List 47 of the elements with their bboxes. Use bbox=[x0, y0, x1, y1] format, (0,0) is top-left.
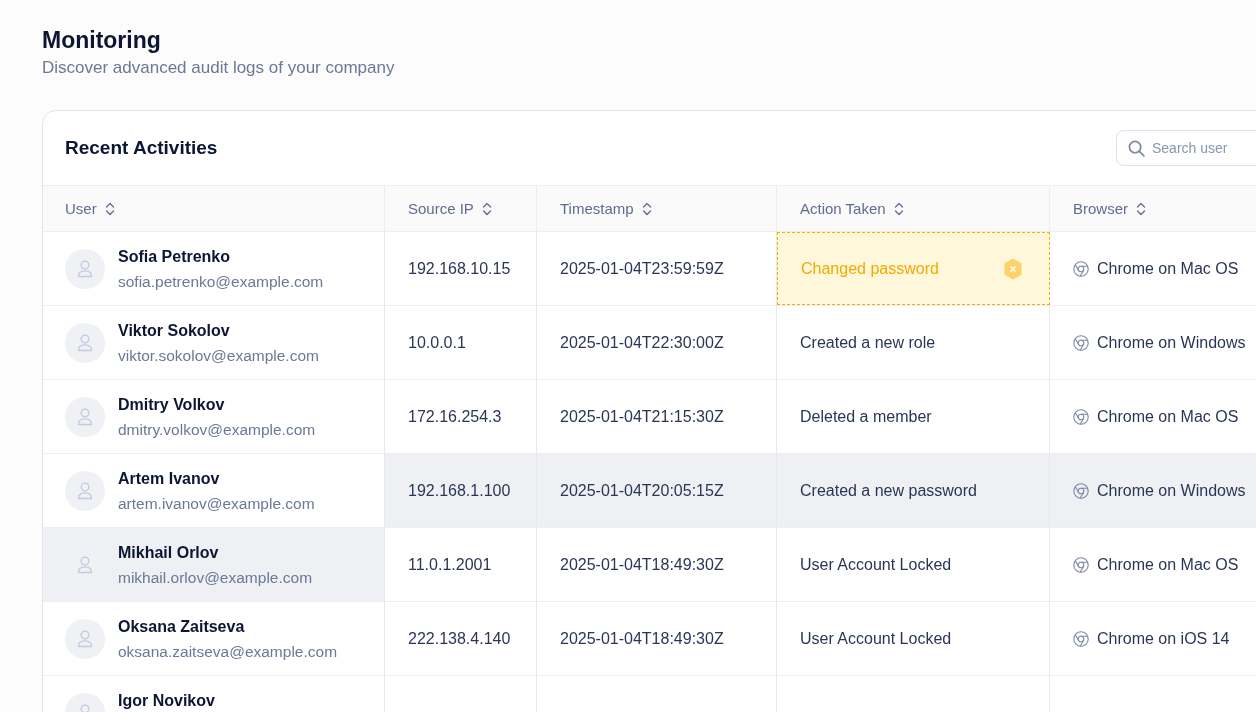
user-email: oksana.zaitseva@example.com bbox=[118, 641, 338, 661]
avatar-icon bbox=[65, 470, 105, 511]
user-name: Oksana Zaitseva bbox=[118, 616, 246, 637]
browser-icon bbox=[1073, 630, 1089, 647]
page-subtitle: Discover advanced audit logs of your company bbox=[42, 57, 395, 79]
user-name: Artem Ivanov bbox=[118, 468, 221, 489]
user-name: Mikhail Orlov bbox=[118, 542, 220, 563]
action-text: Created a new role bbox=[800, 333, 936, 352]
browser-name: Chrome on iOS 14 bbox=[1097, 629, 1230, 648]
avatar-icon bbox=[65, 618, 105, 659]
search-icon bbox=[1128, 140, 1145, 157]
user-name: Igor Novikov bbox=[118, 690, 215, 711]
page-title: Monitoring bbox=[42, 26, 161, 55]
sort-icon bbox=[641, 201, 652, 216]
browser-name: Chrome on Mac OS bbox=[1097, 259, 1239, 278]
avatar-icon bbox=[65, 248, 105, 289]
action-text: Changed password bbox=[801, 259, 939, 278]
browser-icon bbox=[1073, 482, 1089, 499]
browser-icon bbox=[1073, 408, 1089, 425]
browser-icon bbox=[1073, 334, 1089, 351]
search-field[interactable]: Search user bbox=[1116, 130, 1256, 166]
action-text: User Account Locked bbox=[800, 555, 952, 574]
user-email: viktor.sokolov@example.com bbox=[118, 345, 319, 365]
user-name: Dmitry Volkov bbox=[118, 394, 226, 415]
avatar-icon bbox=[65, 322, 105, 363]
user-email: dmitry.volkov@example.com bbox=[118, 419, 316, 439]
card-title: Recent Activities bbox=[65, 137, 218, 159]
user-email: mikhail.orlov@example.com bbox=[118, 567, 313, 587]
browser-icon bbox=[1073, 260, 1089, 277]
user-name: Sofia Petrenko bbox=[118, 246, 232, 267]
sort-icon bbox=[893, 201, 904, 216]
sort-icon bbox=[1136, 201, 1146, 216]
browser-name: Chrome on Windows bbox=[1097, 481, 1246, 500]
avatar-icon bbox=[65, 396, 105, 437]
action-text: User Account Locked bbox=[800, 629, 952, 648]
browser-icon bbox=[1073, 556, 1089, 573]
user-email: artem.ivanov@example.com bbox=[118, 493, 315, 513]
user-email: sofia.petrenko@example.com bbox=[118, 271, 324, 291]
hexagon-x-icon bbox=[1004, 257, 1022, 280]
action-text: Created a new password bbox=[800, 481, 977, 500]
action-text: Deleted a member bbox=[800, 407, 932, 426]
sort-icon bbox=[104, 201, 115, 216]
browser-name: Chrome on Windows bbox=[1097, 333, 1246, 352]
sort-icon bbox=[481, 201, 492, 216]
browser-name: Chrome on Mac OS bbox=[1097, 407, 1239, 426]
user-name: Viktor Sokolov bbox=[118, 320, 231, 341]
browser-name: Chrome on Mac OS bbox=[1097, 555, 1239, 574]
